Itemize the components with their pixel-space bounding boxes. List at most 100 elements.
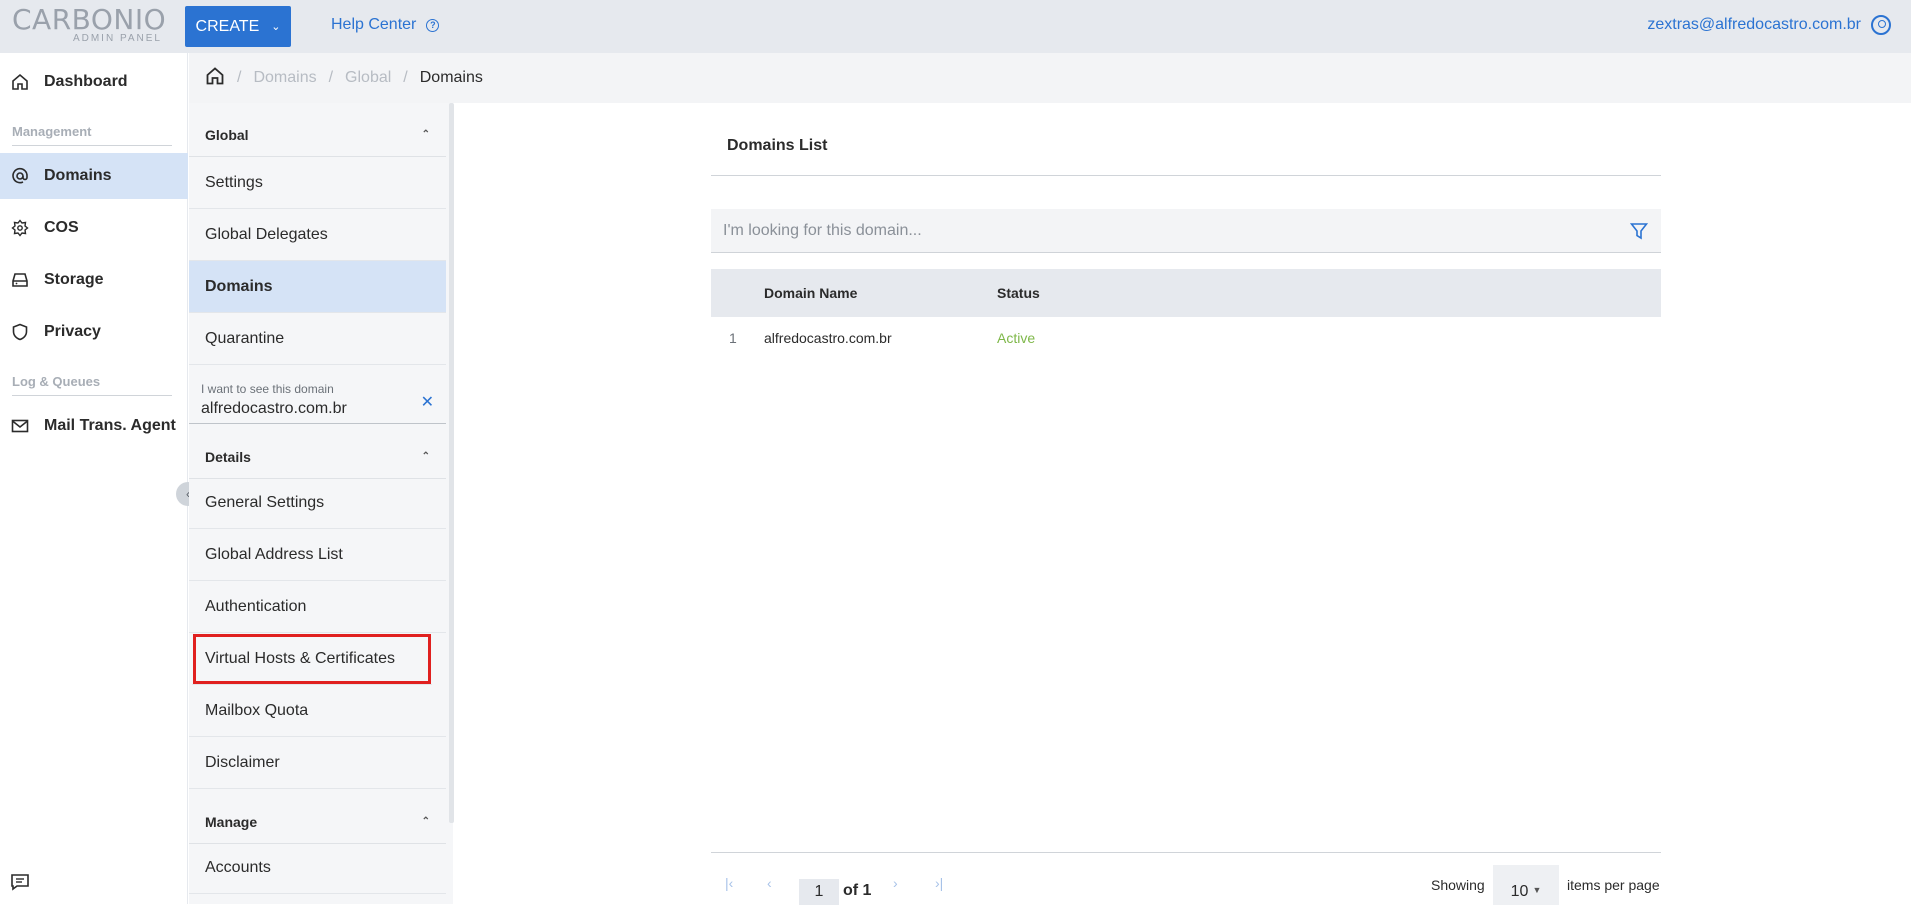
nav-item-privacy[interactable]: Privacy — [0, 309, 188, 355]
mail-icon — [10, 416, 30, 436]
nav-item-mail-trans-agent[interactable]: Mail Trans. Agent — [0, 403, 188, 449]
question-icon: ? — [426, 18, 440, 32]
subnav-item-label: Global Delegates — [205, 225, 328, 243]
items-per-page-value: 10 — [1510, 883, 1529, 900]
user-avatar-icon — [1871, 15, 1891, 35]
subnav-item-label: General Settings — [205, 493, 325, 511]
nav-item-label: COS — [44, 219, 79, 236]
create-button-label: CREATE — [195, 17, 260, 35]
next-page-icon[interactable]: › — [893, 875, 898, 891]
pagination-footer: |‹ ‹ 1 of 1 › ›| Showing 10 ▼ items per … — [711, 852, 1661, 905]
nav-item-cos[interactable]: COS — [0, 205, 188, 251]
subnav-item-label: Virtual Hosts & Certificates — [205, 649, 395, 667]
details-section-header[interactable]: Details ⌃ — [189, 435, 446, 479]
subnav-item-authentication[interactable]: Authentication — [189, 581, 446, 633]
first-page-icon[interactable]: |‹ — [725, 875, 733, 891]
subnav-item-label: Disclaimer — [205, 753, 280, 771]
filter-icon[interactable] — [1617, 209, 1661, 253]
shield-icon — [10, 322, 30, 342]
user-menu[interactable]: zextras@alfredocastro.com.br — [1647, 15, 1891, 35]
nav-section-log-queues: Log & Queues — [12, 374, 172, 396]
global-section-header[interactable]: Global ⌃ — [189, 113, 446, 157]
table-row[interactable]: 1 alfredocastro.com.br Active — [711, 318, 1661, 358]
nav-item-dashboard[interactable]: Dashboard — [0, 59, 188, 105]
nav-item-label: Dashboard — [44, 73, 128, 90]
subnav-item-label: Mailbox Quota — [205, 701, 309, 719]
nav-item-label: Mail Trans. Agent — [44, 417, 176, 434]
at-icon — [10, 166, 30, 186]
domain-field-label: I want to see this domain — [201, 382, 334, 396]
subnav-item-global-address-list[interactable]: Global Address List — [189, 529, 446, 581]
subnav-item-accounts[interactable]: Accounts — [189, 842, 446, 894]
home-icon — [10, 72, 30, 92]
items-per-page-label: items per page — [1567, 877, 1660, 893]
create-button[interactable]: CREATE ⌄ — [185, 6, 291, 47]
search-input[interactable] — [723, 221, 1523, 240]
chevron-up-icon: ⌃ — [421, 451, 430, 462]
column-header-status[interactable]: Status — [997, 285, 1040, 301]
page-number-input[interactable]: 1 — [799, 879, 839, 905]
row-domain-name: alfredocastro.com.br — [764, 330, 892, 346]
subnav-item-label: Authentication — [205, 597, 307, 615]
nav-item-label: Privacy — [44, 323, 101, 340]
global-section-title: Global — [205, 126, 249, 143]
logo-text: CARBONIO — [12, 3, 167, 36]
secondary-nav-scrollbar[interactable] — [449, 103, 454, 823]
previous-page-icon[interactable]: ‹ — [767, 875, 772, 891]
domain-search-bar — [711, 209, 1661, 253]
breadcrumb-separator: / — [237, 69, 242, 86]
breadcrumb-separator: / — [328, 69, 334, 86]
details-section-title: Details — [205, 448, 251, 465]
user-email: zextras@alfredocastro.com.br — [1647, 16, 1861, 33]
breadcrumb-current: Domains — [419, 69, 483, 86]
nav-item-label: Domains — [44, 167, 112, 184]
storage-icon — [10, 270, 30, 290]
subnav-item-label: Global Address List — [205, 545, 343, 563]
subnav-item-label: Settings — [205, 173, 263, 191]
subnav-item-global-delegates[interactable]: Global Delegates — [189, 209, 446, 261]
chevron-down-icon: ⌄ — [271, 21, 281, 33]
subnav-item-virtual-hosts-certificates[interactable]: Virtual Hosts & Certificates — [192, 633, 432, 685]
last-page-icon[interactable]: ›| — [935, 875, 943, 891]
breadcrumb: / Domains / Global / Domains — [189, 53, 1911, 103]
carbonio-logo[interactable]: CARBONIO ADMIN PANEL — [12, 3, 167, 45]
subnav-item-mailbox-quota[interactable]: Mailbox Quota — [189, 685, 446, 737]
logo-subtitle: ADMIN PANEL — [72, 33, 162, 44]
nav-section-management: Management — [12, 124, 172, 146]
close-icon[interactable]: ✕ — [421, 392, 434, 412]
breadcrumb-domains[interactable]: Domains — [253, 69, 316, 87]
help-center-link[interactable]: Help Center ? — [331, 16, 440, 34]
nav-item-label: Storage — [44, 271, 104, 288]
row-index: 1 — [729, 330, 737, 346]
subnav-item-quarantine[interactable]: Quarantine — [189, 313, 446, 365]
subnav-item-disclaimer[interactable]: Disclaimer — [189, 737, 446, 789]
chat-icon[interactable] — [10, 873, 30, 891]
top-bar: CARBONIO ADMIN PANEL CREATE ⌄ Help Cente… — [0, 0, 1911, 53]
subnav-item-label: Quarantine — [205, 329, 285, 347]
help-center-label: Help Center — [331, 16, 417, 33]
items-per-page-select[interactable]: 10 ▼ — [1493, 865, 1559, 905]
table-header: Domain Name Status — [711, 269, 1661, 317]
home-icon[interactable] — [205, 66, 225, 91]
chevron-up-icon: ⌃ — [421, 129, 430, 140]
page-total: of 1 — [843, 882, 872, 899]
showing-label: Showing — [1431, 877, 1485, 893]
breadcrumb-separator: / — [403, 69, 408, 86]
column-header-domain-name[interactable]: Domain Name — [764, 285, 857, 301]
subnav-item-label: Accounts — [205, 858, 271, 876]
nav-item-storage[interactable]: Storage — [0, 257, 188, 303]
manage-section-header[interactable]: Manage ⌃ — [189, 800, 446, 844]
cos-icon — [10, 218, 30, 238]
caret-down-icon: ▼ — [1532, 885, 1542, 895]
page-title: Domains List — [727, 137, 828, 154]
subnav-item-settings[interactable]: Settings — [189, 157, 446, 209]
domain-select-field[interactable]: I want to see this domain alfredocastro.… — [189, 372, 446, 424]
nav-item-domains[interactable]: Domains — [0, 153, 188, 199]
manage-section-title: Manage — [205, 813, 258, 830]
breadcrumb-global[interactable]: Global — [345, 69, 391, 87]
chevron-up-icon: ⌃ — [421, 816, 430, 827]
status-badge: Active — [997, 330, 1036, 346]
subnav-item-domains[interactable]: Domains — [189, 261, 446, 313]
domains-list-title: Domains List — [711, 124, 1661, 176]
subnav-item-general-settings[interactable]: General Settings — [189, 477, 446, 529]
